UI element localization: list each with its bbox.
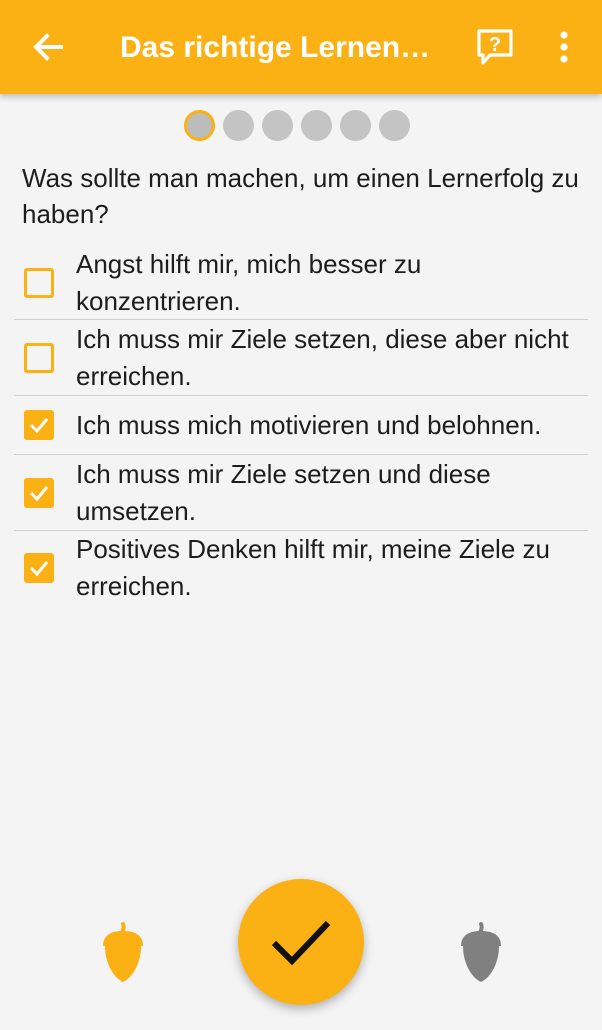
- feedback-question-icon[interactable]: ?: [474, 26, 516, 68]
- checkbox-checked[interactable]: [24, 410, 54, 440]
- acorn-icon[interactable]: [98, 922, 148, 984]
- answer-label: Angst hilft mir, mich besser zu konzentr…: [76, 248, 422, 316]
- check-icon: [29, 418, 49, 434]
- answer-option[interactable]: Angst hilft mir, mich besser zu konzentr…: [14, 246, 588, 320]
- answer-label: Ich muss mir Ziele setzen, diese aber ni…: [76, 323, 569, 391]
- check-icon: [271, 920, 331, 966]
- answer-label: Positives Denken hilft mir, meine Ziele …: [76, 534, 550, 601]
- back-arrow-icon[interactable]: [28, 27, 68, 67]
- more-vert-icon[interactable]: [548, 28, 580, 66]
- answer-option[interactable]: Ich muss mir Ziele setzen, diese aber ni…: [14, 320, 588, 396]
- answer-option[interactable]: Ich muss mich motivieren und belohnen.: [14, 396, 588, 455]
- checkbox-checked[interactable]: [24, 477, 54, 508]
- page-title: Das richtige Lernen…: [120, 31, 431, 64]
- progress-dot: [184, 110, 215, 141]
- progress-dot: [379, 110, 410, 141]
- check-icon: [29, 561, 49, 577]
- progress-dot: [223, 110, 254, 141]
- question-text: Was sollte man machen, um einen Lernerfo…: [22, 163, 579, 229]
- progress-dot: [301, 110, 332, 141]
- app-bar: Das richtige Lernen… ?: [0, 0, 602, 94]
- answer-option[interactable]: Ich muss mir Ziele setzen und diese umse…: [14, 455, 588, 531]
- check-icon: [29, 485, 49, 501]
- answer-list: Angst hilft mir, mich besser zu konzentr…: [14, 246, 588, 605]
- svg-text:?: ?: [489, 34, 501, 56]
- checkbox-checked[interactable]: [24, 553, 54, 583]
- answer-label: Ich muss mir Ziele setzen und diese umse…: [76, 458, 491, 526]
- answer-option[interactable]: Positives Denken hilft mir, meine Ziele …: [14, 531, 588, 605]
- checkbox-unchecked[interactable]: [24, 342, 54, 373]
- submit-button[interactable]: [238, 879, 364, 1005]
- answer-label: Ich muss mich motivieren und belohnen.: [76, 409, 542, 440]
- progress-dot: [262, 110, 293, 141]
- checkbox-unchecked[interactable]: [24, 267, 54, 298]
- progress-dot: [340, 110, 371, 141]
- progress-dots: [184, 110, 410, 142]
- acorn-icon[interactable]: [456, 922, 506, 984]
